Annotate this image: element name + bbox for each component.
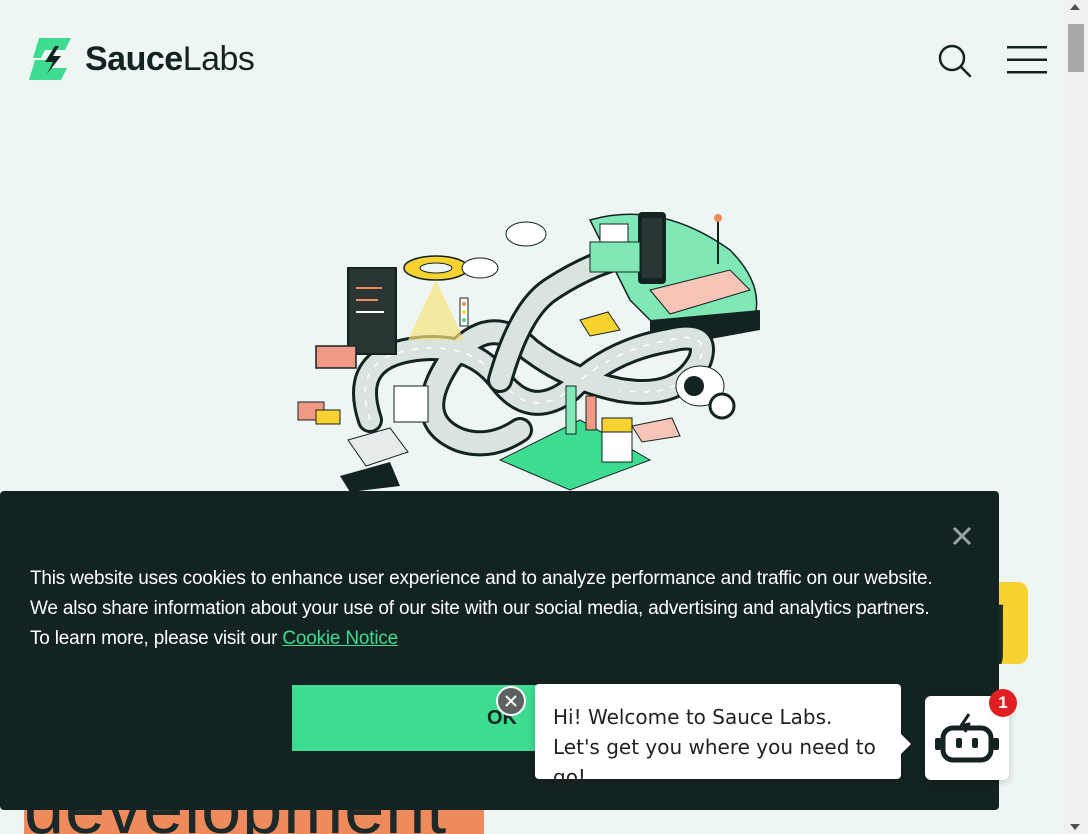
logo-wordmark-light: Labs: [182, 40, 255, 78]
chat-welcome-bubble[interactable]: Hi! Welcome to Sauce Labs. Let's get you…: [535, 684, 911, 789]
cookie-message: This website uses cookies to enhance use…: [30, 568, 933, 649]
cookie-banner-text: This website uses cookies to enhance use…: [30, 564, 950, 654]
page-scrollbar[interactable]: [1064, 0, 1088, 834]
close-icon: [505, 695, 517, 707]
logo-wordmark: SauceLabs: [85, 36, 255, 82]
sauce-labs-logo[interactable]: SauceLabs: [25, 36, 255, 82]
chat-message: Hi! Welcome to Sauce Labs. Let's get you…: [553, 705, 876, 789]
scroll-thumb[interactable]: [1068, 24, 1084, 72]
scroll-down-arrow-icon[interactable]: [1070, 824, 1080, 830]
sauce-labs-logo-icon: [29, 38, 71, 80]
scroll-up-arrow-icon[interactable]: [1070, 4, 1080, 10]
notification-badge: 1: [989, 689, 1017, 717]
logo-wordmark-bold: Sauce: [85, 40, 183, 78]
search-icon[interactable]: [936, 42, 972, 78]
chat-close-button[interactable]: [496, 686, 526, 716]
site-header: SauceLabs: [0, 0, 1064, 120]
cookie-notice-link[interactable]: Cookie Notice: [282, 628, 398, 649]
hamburger-menu-icon[interactable]: [1007, 44, 1047, 76]
close-icon[interactable]: [950, 524, 974, 548]
hero-illustration: [297, 212, 760, 492]
